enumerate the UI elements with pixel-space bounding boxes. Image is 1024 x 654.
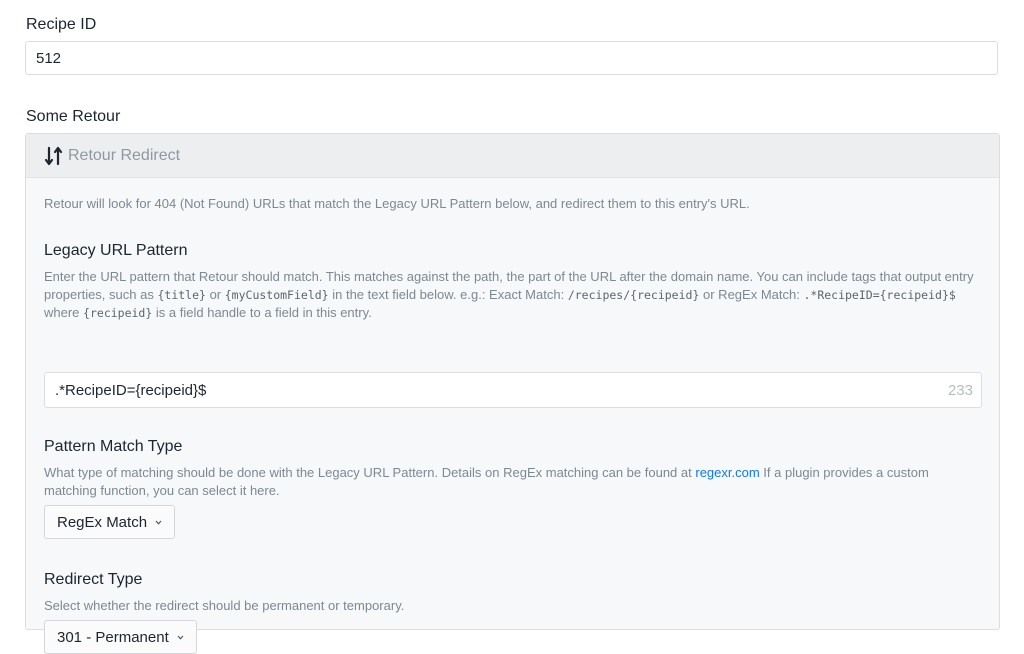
code-custom-field: {myCustomField} xyxy=(224,288,329,302)
help-text: in the text field below. e.g.: Exact Mat… xyxy=(332,287,565,302)
chevron-down-icon xyxy=(155,520,162,525)
help-text: What type of matching should be done wit… xyxy=(44,465,692,480)
help-text: is a field handle to a field in this ent… xyxy=(155,305,372,320)
redirect-type-label: Redirect Type xyxy=(44,571,143,588)
code-field-handle: {recipeid} xyxy=(83,306,153,320)
legacy-url-help: Enter the URL pattern that Retour should… xyxy=(44,268,984,322)
legacy-url-pattern-input[interactable]: .*RecipeID={recipeid}$ 233 xyxy=(44,372,982,408)
regexr-link[interactable]: regexr.com xyxy=(695,465,759,480)
redirect-type-help: Select whether the redirect should be pe… xyxy=(44,598,405,613)
legacy-url-pattern-label: Legacy URL Pattern xyxy=(44,242,188,259)
redirect-arrows-icon xyxy=(44,146,63,165)
some-retour-label: Some Retour xyxy=(26,108,121,125)
intro-text: Retour will look for 404 (Not Found) URL… xyxy=(44,196,750,211)
chevron-down-icon xyxy=(177,635,184,640)
pattern-match-type-value: RegEx Match xyxy=(57,513,148,531)
help-text: or RegEx Match: xyxy=(703,287,800,302)
legacy-url-pattern-value: .*RecipeID={recipeid}$ xyxy=(55,381,207,399)
code-title: {title} xyxy=(157,288,206,302)
pane-header: Retour Redirect xyxy=(26,134,999,178)
char-count: 233 xyxy=(947,381,973,399)
code-exact-match: /recipes/{recipeid} xyxy=(567,288,700,302)
pane-title: Retour Redirect xyxy=(68,146,181,164)
pattern-match-type-select[interactable]: RegEx Match xyxy=(44,505,176,539)
retour-redirect-pane: Retour Redirect Retour will look for 404… xyxy=(25,133,1000,654)
recipe-id-input[interactable] xyxy=(25,41,998,75)
redirect-type-select[interactable]: 301 - Permanent xyxy=(44,620,197,654)
help-text: where xyxy=(44,305,80,320)
help-text: or xyxy=(209,287,222,302)
redirect-type-value: 301 - Permanent xyxy=(57,628,169,646)
code-regex-match: .*RecipeID={recipeid}$ xyxy=(803,288,956,302)
pattern-match-type-label: Pattern Match Type xyxy=(44,438,183,455)
recipe-id-label: Recipe ID xyxy=(26,16,97,33)
pattern-match-help: What type of matching should be done wit… xyxy=(44,464,984,500)
